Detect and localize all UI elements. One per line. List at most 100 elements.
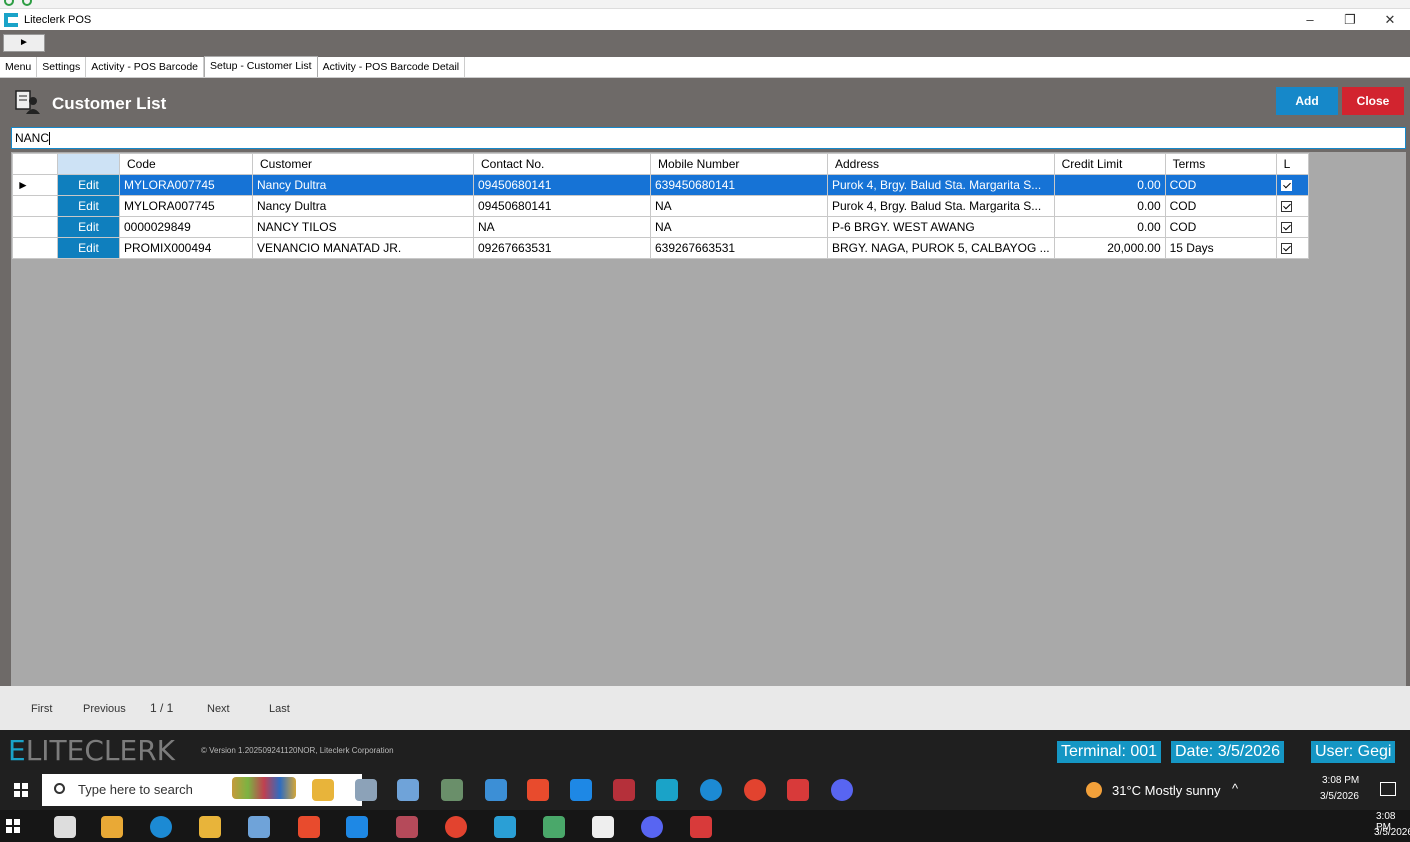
close-window-button[interactable]: ✕ <box>1370 9 1410 30</box>
windows-taskbar: Type here to search 31°C Mostly sunny ^ … <box>0 770 1410 810</box>
refresh-icon-2[interactable] <box>22 0 32 6</box>
liteclerk-taskbar-icon[interactable] <box>656 779 678 801</box>
locked-checkbox[interactable] <box>1280 180 1292 192</box>
row-indicator[interactable] <box>12 195 58 217</box>
edit-button[interactable]: Edit <box>57 237 120 259</box>
edit-button[interactable]: Edit <box>57 174 120 196</box>
windows-start-icon-2[interactable] <box>6 819 20 833</box>
locked-checkbox[interactable] <box>1280 243 1292 255</box>
cell-locked[interactable] <box>1275 195 1309 217</box>
row-indicator[interactable]: ► <box>12 174 58 196</box>
secondary-taskbar: 3:08 PM 3/5/2026 <box>0 810 1410 842</box>
edge-icon-2[interactable] <box>150 816 172 838</box>
file-explorer-icon[interactable] <box>312 779 334 801</box>
taskbar-clock[interactable]: 3:08 PM <box>1322 775 1359 786</box>
cell-mobile: NA <box>650 195 828 217</box>
play-button[interactable]: ► <box>3 34 45 52</box>
column-header-contact[interactable]: Contact No. <box>473 153 651 175</box>
weather-text[interactable]: 31°C Mostly sunny <box>1112 783 1221 798</box>
row-indicator[interactable] <box>12 216 58 238</box>
table-row[interactable]: Edit MYLORA007745 Nancy Dultra 09450680141 N… <box>12 195 1309 217</box>
sync-app-icon[interactable] <box>570 779 592 801</box>
column-header-customer[interactable]: Customer <box>252 153 474 175</box>
printer-icon[interactable] <box>355 779 377 801</box>
edit-button[interactable]: Edit <box>57 195 120 217</box>
add-button[interactable]: Add <box>1276 87 1338 115</box>
brand-logo: ELITECLERK <box>8 734 176 767</box>
locked-checkbox[interactable] <box>1280 222 1292 234</box>
table-row[interactable]: Edit 0000029849 NANCY TILOS NA NA P-6 BRGY. W… <box>12 216 1309 238</box>
search-input[interactable]: NANC <box>11 127 1406 149</box>
pager-next[interactable]: Next <box>207 703 230 715</box>
cell-terms: 15 Days <box>1164 237 1277 259</box>
pager-previous[interactable]: Previous <box>83 703 126 715</box>
document-icon[interactable] <box>592 816 614 838</box>
pager-last[interactable]: Last <box>269 703 290 715</box>
notifications-icon[interactable] <box>1380 782 1396 796</box>
column-header-terms[interactable]: Terms <box>1164 153 1277 175</box>
search-value: NANC <box>15 131 50 145</box>
tab-setup-customer-list[interactable]: Setup - Customer List <box>204 56 318 77</box>
column-header-address[interactable]: Address <box>827 153 1055 175</box>
column-header-code[interactable]: Code <box>119 153 253 175</box>
customer-list-icon <box>15 90 40 114</box>
cell-terms: COD <box>1164 174 1277 196</box>
cell-locked[interactable] <box>1275 237 1309 259</box>
cell-credit-limit: 0.00 <box>1053 216 1166 238</box>
cell-contact: 09267663531 <box>473 237 651 259</box>
taskbar-date[interactable]: 3/5/2026 <box>1320 791 1359 802</box>
close-button[interactable]: Close <box>1342 87 1404 115</box>
anydesk-icon-4[interactable] <box>690 816 712 838</box>
column-header-credit-limit[interactable]: Credit Limit <box>1053 153 1166 175</box>
locked-checkbox[interactable] <box>1280 201 1292 213</box>
edit-button[interactable]: Edit <box>57 216 120 238</box>
calculator-app-icon[interactable] <box>485 779 507 801</box>
row-indicator[interactable] <box>12 237 58 259</box>
chrome-icon-2[interactable] <box>445 816 467 838</box>
cell-terms: COD <box>1164 216 1277 238</box>
maximize-button[interactable]: ❐ <box>1330 9 1370 30</box>
cell-locked[interactable] <box>1275 216 1309 238</box>
tools-icon[interactable] <box>441 779 463 801</box>
cell-mobile: NA <box>650 216 828 238</box>
table-row[interactable]: ► Edit MYLORA007745 Nancy Dultra 09450680141… <box>12 174 1309 196</box>
chrome-icon[interactable] <box>744 779 766 801</box>
access-icon[interactable] <box>613 779 635 801</box>
tab-menu[interactable]: Menu <box>0 57 38 77</box>
terminal-status: Terminal: 001 <box>1057 741 1162 763</box>
anydesk-icon-3[interactable] <box>298 816 320 838</box>
search-icon <box>54 783 65 794</box>
notepad-icon-2[interactable] <box>248 816 270 838</box>
table-row[interactable]: Edit PROMIX000494 VENANCIO MANATAD JR. 0926… <box>12 237 1309 259</box>
pager-page-indicator: 1 / 1 <box>150 701 174 715</box>
calculator-icon[interactable] <box>54 816 76 838</box>
row-header-corner <box>12 153 58 175</box>
windows-start-icon[interactable] <box>14 783 28 797</box>
sync-app-icon-2[interactable] <box>346 816 368 838</box>
tab-activity-pos-barcode[interactable]: Activity - POS Barcode <box>86 57 205 77</box>
table-body: ► Edit MYLORA007745 Nancy Dultra 09450680141… <box>12 174 1309 259</box>
cell-locked[interactable] <box>1275 174 1309 196</box>
customer-table: Code Customer Contact No. Mobile Number … <box>12 153 1309 259</box>
paint-icon[interactable] <box>396 816 418 838</box>
store-icon[interactable] <box>101 816 123 838</box>
tray-chevron-icon[interactable]: ^ <box>1232 781 1238 796</box>
pager-first[interactable]: First <box>31 703 52 715</box>
notepad-icon[interactable] <box>397 779 419 801</box>
column-header-locked[interactable]: L <box>1275 153 1309 175</box>
refresh-icon[interactable] <box>4 0 14 6</box>
discord-icon-2[interactable] <box>641 816 663 838</box>
edge-icon[interactable] <box>700 779 722 801</box>
telegram-icon[interactable] <box>494 816 516 838</box>
minimize-button[interactable]: – <box>1290 9 1330 30</box>
tab-activity-pos-barcode-detail[interactable]: Activity - POS Barcode Detail <box>318 57 466 77</box>
file-explorer-icon-2[interactable] <box>199 816 221 838</box>
anydesk-icon-2[interactable] <box>787 779 809 801</box>
column-header-mobile[interactable]: Mobile Number <box>650 153 828 175</box>
secondary-date[interactable]: 3/5/2026 <box>1374 827 1410 838</box>
photos-icon[interactable] <box>543 816 565 838</box>
anydesk-icon[interactable] <box>527 779 549 801</box>
tab-settings[interactable]: Settings <box>37 57 87 77</box>
tab-bar: Menu Settings Activity - POS Barcode Set… <box>0 56 1410 78</box>
discord-icon[interactable] <box>831 779 853 801</box>
